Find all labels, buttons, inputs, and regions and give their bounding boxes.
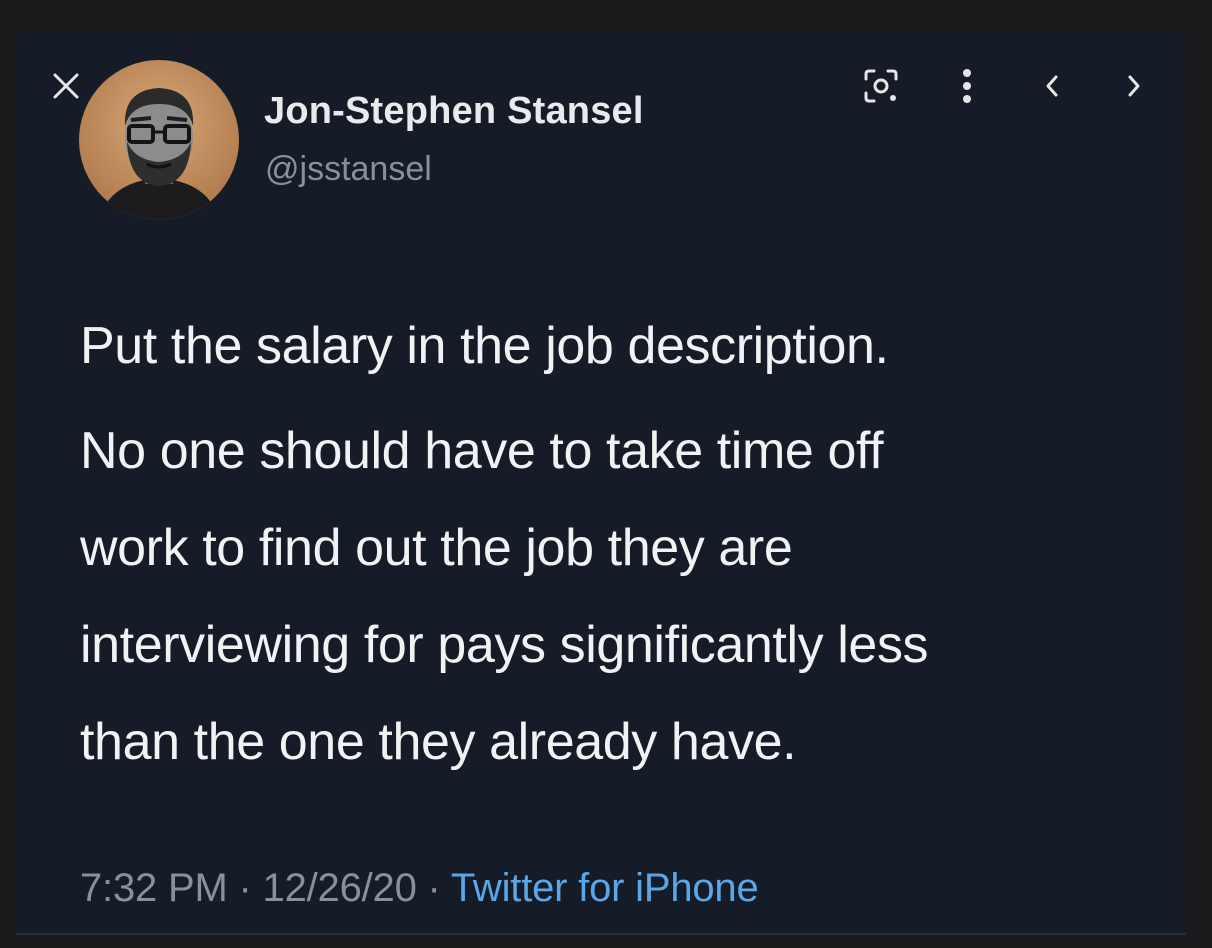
tweet-paragraph-2-line-1: No one should have to take time off — [80, 422, 884, 480]
more-options-button[interactable] — [941, 64, 993, 108]
tweet-paragraph-2-line-4: than the one they already have. — [80, 713, 797, 771]
tweet-paragraph-2-line-2: work to find out the job they are — [80, 519, 793, 577]
close-icon — [53, 73, 79, 99]
tweet-body: Put the salary in the job description. N… — [80, 298, 1170, 791]
meta-separator: · — [227, 866, 263, 910]
avatar-photo — [79, 60, 239, 220]
more-vertical-icon — [963, 69, 971, 103]
tweet-paragraph-2-line-3: interviewing for pays significantly less — [80, 616, 929, 674]
lens-search-icon — [864, 69, 898, 103]
tweet-source-link[interactable]: Twitter for iPhone — [451, 866, 759, 910]
avatar[interactable] — [79, 60, 239, 220]
close-button[interactable] — [50, 70, 82, 102]
tweet-paragraph-1: Put the salary in the job description. — [80, 317, 889, 375]
meta-separator: · — [416, 866, 451, 910]
chevron-right-icon — [1128, 75, 1140, 97]
chevron-left-icon — [1046, 75, 1058, 97]
author-handle[interactable]: @jsstansel — [265, 150, 432, 189]
tweet-date[interactable]: 12/26/20 — [263, 866, 417, 910]
previous-button[interactable] — [1026, 64, 1078, 108]
tweet-time[interactable]: 7:32 PM — [80, 866, 228, 910]
lens-search-button[interactable] — [855, 64, 907, 108]
author-display-name[interactable]: Jon-Stephen Stansel — [264, 90, 644, 133]
next-button[interactable] — [1108, 64, 1160, 108]
tweet-viewer: Jon-Stephen Stansel @jsstansel Put the s… — [16, 34, 1186, 934]
bottom-divider — [16, 933, 1186, 935]
tweet-metadata: 7:32 PM · 12/26/20 · Twitter for iPhone — [80, 866, 759, 911]
